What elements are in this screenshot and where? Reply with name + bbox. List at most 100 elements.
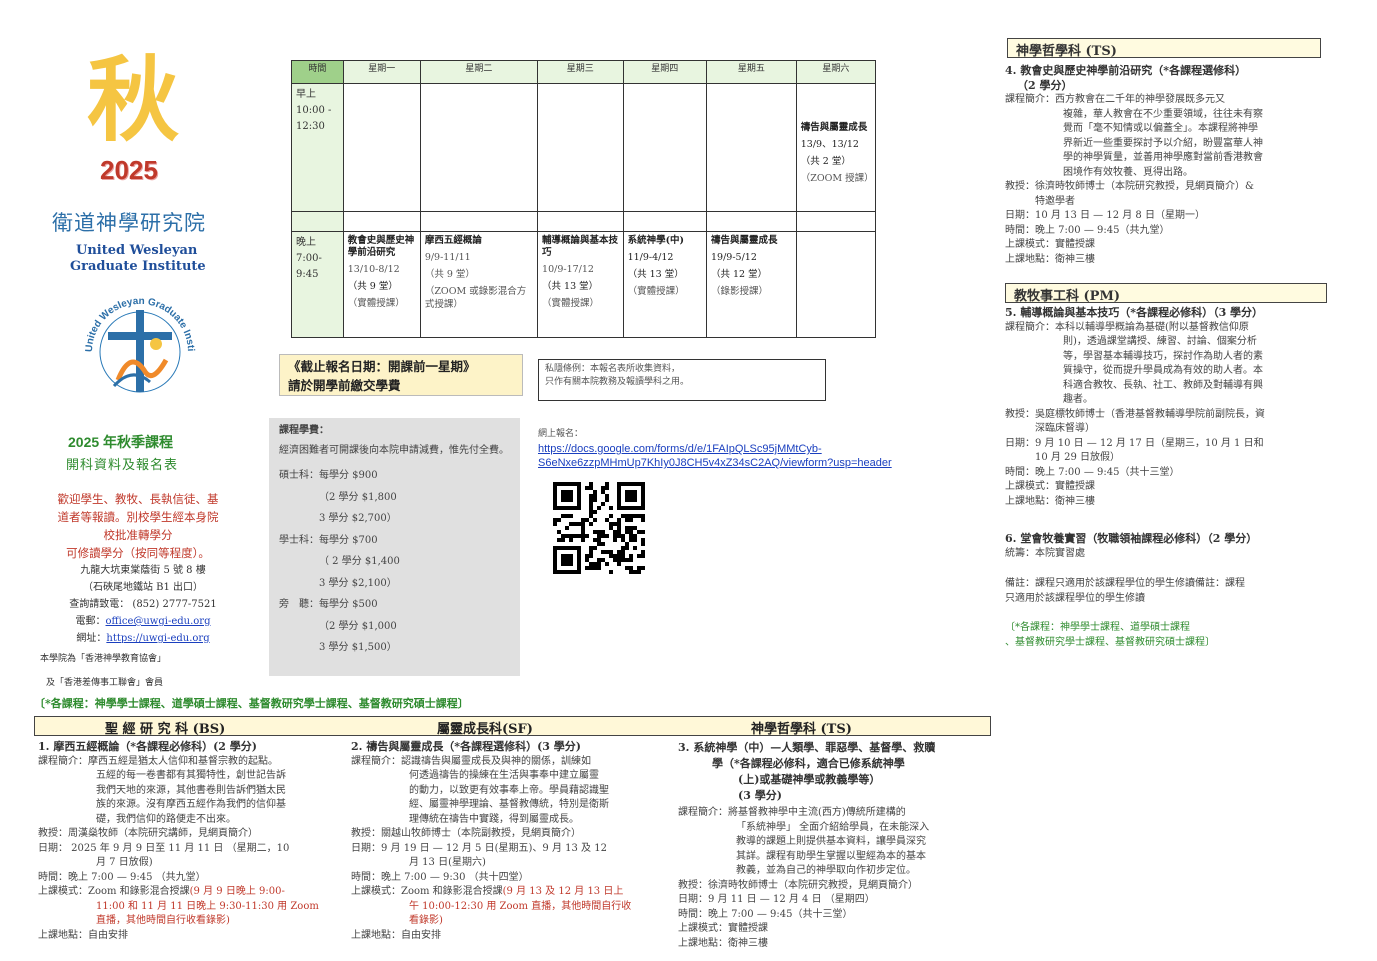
course-title: 系統神學(中)	[627, 235, 685, 246]
am-time-cell: 早上 10:00 - 12:30	[291, 83, 344, 212]
school-name-en-1: United Wesleyan	[76, 243, 198, 258]
intro-line: 摩西五經是猶太人信仰和基督宗教的起點。	[88, 755, 278, 767]
term-subtitle: 開科資料及報名表	[66, 458, 179, 473]
online-label: 網上報名：	[538, 429, 584, 439]
web-line: 網址：https://uwgi-edu.org	[38, 630, 248, 647]
coordinator-line: 統籌：本院實習處	[1005, 547, 1085, 559]
intro-line: 五經的每一卷書都有其獨特性，創世記告訴	[96, 770, 286, 781]
course-title: 學（*各課程必修科，適合已修系統神學	[712, 757, 905, 770]
seal-text: United Wesleyan Graduate Institute 衛道神學研…	[64, 280, 196, 352]
intro-line: 我們天地的來源，其他書卷則告訴們猶太民	[96, 784, 286, 796]
pm-fri-course: 禱告與屬靈成長 19/9-5/12 （共 12 堂） （錄影授課）	[705, 231, 797, 338]
fee-line: 碩士科：每學分 $900	[279, 470, 378, 481]
pm-time-cell: 晚上 7:00- 9:45	[291, 231, 344, 338]
mode-line: 上課模式：Zoom 和錄影混合授課(9 月 9 日晚上 9:00-	[38, 885, 338, 900]
timetable-pm-row: 晚上 7:00- 9:45 教會史與歷史神學前沿研究 13/10-8/12 （共…	[291, 231, 877, 338]
intro-line: 其詳。課程有助學生掌握以聖經為本的基本	[736, 850, 926, 862]
bottom-heads-bar: 聖 經 研 究 科 (BS) 屬靈成長科(SF) 神學哲學科 (TS)	[34, 716, 991, 737]
course-title: 摩西五經概論	[424, 235, 482, 246]
place-line: 上課地點：自由安排	[38, 929, 128, 941]
date-line: 日期： 2025 年 9 月 9 日至 11 月 11 日 （星期二，10	[38, 842, 290, 854]
mode-note: (9 月 13 及 12 月 13 日上	[502, 886, 624, 897]
bs-head: 聖 經 研 究 科 (BS)	[105, 722, 226, 737]
intro-line: 將基督教神學中主流(西方)傳統所建構的	[728, 807, 906, 818]
welcome-line-1: 歡迎學生、教牧、長執信徒、基	[57, 492, 219, 506]
intro-label: 課程簡介：	[678, 807, 728, 818]
pm-label: 晚上	[296, 237, 316, 248]
date-line: 日期：9 月 11 日 — 12 月 4 日 （星期四）	[678, 894, 875, 905]
course-count: （共 12 堂）	[710, 269, 768, 280]
pm-start: 7:00-	[296, 253, 322, 264]
fee-line: 旁 聽：每學分 $500	[279, 599, 378, 610]
spacer-cell	[419, 211, 539, 232]
registration-url-2[interactable]: S6eNxe6zzpMHmUp7KhIy0J8CH5v4xZ34sC2AQ/vi…	[538, 456, 892, 470]
fee-line: 學士科：每學分 $700	[279, 534, 378, 546]
types-line: 、基督教研究學士課程、基督教研究碩士課程〕	[1005, 636, 1215, 648]
pm-mon-course: 教會史與歷史神學前沿研究 13/10-8/12 （共 9 堂） （實體授課）	[342, 231, 421, 338]
course-credit: （2 學分）	[1017, 78, 1073, 92]
welcome-line-4: 可修讀學分（按同等程度）。	[66, 546, 210, 560]
privacy-line-2: 只作有關本院教務及報讀學科之用。	[545, 377, 690, 387]
date-line: 10 月 29 日放假）	[1035, 452, 1120, 463]
place-line: 上課地點：衛神三樓	[1005, 253, 1095, 265]
course-title: 禱告與屬靈成長	[800, 122, 868, 133]
email-link[interactable]: office@uwgi-edu.org	[106, 616, 211, 627]
fee-title: 課程學費：	[279, 425, 329, 436]
date-line: 日期：10 月 13 日 — 12 月 8 日（星期一）	[1005, 210, 1205, 221]
place-line: 上課地點：自由安排	[351, 929, 441, 941]
registration-url-1[interactable]: https://docs.google.com/forms/d/e/1FAIpQ…	[538, 442, 892, 456]
header-fri: 星期五	[705, 60, 797, 84]
teacher-line: 深臨床督導）	[1035, 423, 1095, 434]
member-line-2: 及「香港差傳事工聯會」會員	[46, 678, 164, 688]
am-tue	[419, 83, 539, 212]
course-bs: 1. 摩西五經概論（*各課程必修科）(2 學分) 課程簡介：摩西五經是猶太人信仰…	[38, 740, 338, 943]
remark-line: 只適用於該課程學位的學生修讀	[1005, 592, 1145, 604]
svg-text:United Wesleyan Graduate Insti: United Wesleyan Graduate Institute 衛道神學研…	[70, 290, 196, 352]
intro-line: 本科以輔導學概論為基礎(附以基督教信仰原	[1055, 321, 1249, 333]
course-dates: 9/9-11/11	[424, 252, 471, 263]
course-title: 輔導概論與基本技巧	[542, 235, 619, 258]
teacher-line: 特邀學者	[1035, 195, 1075, 207]
intro-line: 經、屬靈神學理論、基督教傳統，特別是衛斯	[409, 799, 609, 810]
header-sat: 星期六	[795, 60, 877, 84]
am-wed	[537, 83, 624, 212]
web-link[interactable]: https://uwgi-edu.org	[106, 633, 209, 644]
intro-line: 「系統神學」 全面介紹給學員，在未能深入	[736, 821, 930, 833]
right-course-types: 〔*各課程：神學學士課程、道學碩士課程 、基督教研究學士課程、基督教研究碩士課程…	[1005, 621, 1335, 650]
course-title: 禱告與屬靈成長	[710, 235, 778, 246]
time-line: 時間：晚上 7:00 — 9:45（共十三堂）	[678, 908, 853, 920]
am-thu	[622, 83, 707, 212]
welcome-text: 歡迎學生、教牧、長執信徒、基 道者等報讀。別校學生經本身院 校批准轉學分 可修讀…	[38, 490, 238, 562]
teacher-line: 教授：周漢燊牧師（本院研究講師，見網頁簡介）	[38, 828, 258, 839]
qr-code[interactable]	[553, 482, 645, 574]
fee-box: 課程學費： 經濟困難者可開課後向本院申請減費，惟先付全費。 碩士科：每學分 $9…	[269, 418, 520, 676]
date-line: 月 13 日(星期六)	[409, 857, 486, 868]
email-label: 電郵：	[75, 616, 106, 627]
pm-wed-course: 輔導概論與基本技巧 10/9-17/12 （共 13 堂） （實體授課）	[537, 231, 624, 338]
pm-thu-course: 系統神學(中) 11/9-4/12 （共 13 堂） （實體授課）	[622, 231, 707, 338]
deadline-box: 《截止報名日期：開課前一星期》 請於開學前繳交學費	[279, 354, 523, 396]
mode-label: 上課模式：Zoom 和錄影混合授課	[351, 886, 503, 897]
course-6: 6. 堂會牧養實習（牧職領袖課程必修科）（2 學分） 統籌：本院實習處	[1005, 532, 1335, 561]
date-line: 日期：9 月 19 日 — 12 月 5 日(星期五)、9 月 13 及 12	[351, 842, 607, 854]
course-sf: 2. 禱告與屬靈成長（*各課程選修科）(3 學分) 課程簡介：認識禱告與屬靈成長…	[351, 740, 671, 943]
course-mode: （實體授課）	[347, 298, 405, 309]
fee-line: （2 學分 $1,800	[319, 491, 397, 503]
intro-line: 等，學習基本輔導技巧，探討作為助人者的素	[1063, 350, 1263, 362]
am-end: 12:30	[296, 121, 325, 132]
pm-end: 9:45	[296, 269, 319, 280]
pm-section-head: 教牧事工科 (PM)	[1005, 283, 1327, 304]
intro-line: 認識禱告與屬靈成長及與神的關係，訓練如	[401, 755, 591, 767]
fee-line: （2 學分 $1,000	[319, 620, 397, 632]
intro-label: 課程簡介：	[1005, 94, 1055, 105]
registration-link[interactable]: https://docs.google.com/forms/d/e/1FAIpQ…	[538, 442, 892, 470]
mode-line: 上課模式：實體授課	[1005, 239, 1095, 250]
school-name-cn: 衛道神學研究院	[52, 211, 206, 235]
spacer-cell	[342, 211, 421, 232]
school-name-en-2: Graduate Institute	[70, 259, 206, 274]
intro-line: 複雜，華人教會在不少重要領域，往往未有察	[1063, 108, 1263, 120]
fee-due-line: 請於開學前繳交學費	[288, 378, 401, 393]
course-title: 6. 堂會牧養實習（牧職領袖課程必修科）（2 學分）	[1005, 532, 1258, 545]
course-count: （共 9 堂）	[424, 269, 475, 280]
place-line: 上課地點：衛神三樓	[678, 937, 768, 949]
